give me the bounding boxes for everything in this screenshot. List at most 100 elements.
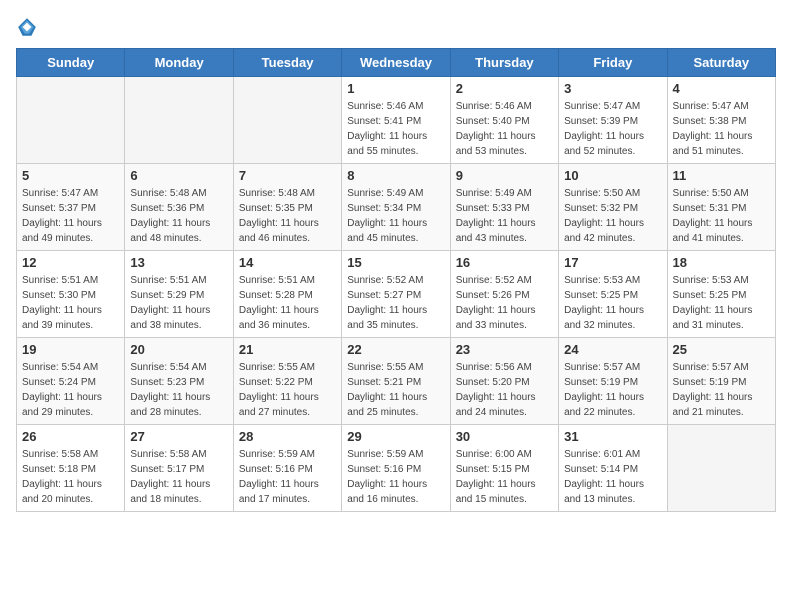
calendar-cell: 22 Sunrise: 5:55 AM Sunset: 5:21 PM Dayli… [342, 338, 450, 425]
day-info: Sunrise: 5:57 AM Sunset: 5:19 PM Dayligh… [673, 360, 770, 420]
calendar-cell: 9Sunrise: 5:49 AM Sunset: 5:33 PM Daylig… [450, 164, 558, 251]
day-info: Sunrise: 5:52 AM Sunset: 5:27 PM Dayligh… [347, 273, 444, 333]
day-number: 30 [456, 429, 553, 444]
calendar-cell: 14 Sunrise: 5:51 AM Sunset: 5:28 PM Dayli… [233, 251, 341, 338]
day-info: Sunrise: 6:01 AM Sunset: 5:14 PM Dayligh… [564, 447, 661, 507]
day-info: Sunrise: 6:00 AM Sunset: 5:15 PM Dayligh… [456, 447, 553, 507]
calendar-cell: 7 Sunrise: 5:48 AM Sunset: 5:35 PM Daylig… [233, 164, 341, 251]
day-info: Sunrise: 5:58 AM Sunset: 5:18 PM Dayligh… [22, 447, 119, 507]
calendar-week-2: 5 Sunrise: 5:47 AM Sunset: 5:37 PM Daylig… [17, 164, 776, 251]
calendar-cell: 16 Sunrise: 5:52 AM Sunset: 5:26 PM Dayli… [450, 251, 558, 338]
calendar-cell: 30 Sunrise: 6:00 AM Sunset: 5:15 PM Dayli… [450, 425, 558, 512]
day-info: Sunrise: 5:51 AM Sunset: 5:29 PM Dayligh… [130, 273, 227, 333]
day-number: 4 [673, 81, 770, 96]
day-number: 21 [239, 342, 336, 357]
calendar-cell: 25 Sunrise: 5:57 AM Sunset: 5:19 PM Dayli… [667, 338, 775, 425]
calendar-cell: 15 Sunrise: 5:52 AM Sunset: 5:27 PM Dayli… [342, 251, 450, 338]
day-number: 3 [564, 81, 661, 96]
calendar-cell [17, 77, 125, 164]
day-number: 27 [130, 429, 227, 444]
day-info: Sunrise: 5:48 AM Sunset: 5:35 PM Dayligh… [239, 186, 336, 246]
day-info: Sunrise: 5:51 AM Sunset: 5:28 PM Dayligh… [239, 273, 336, 333]
day-info: Sunrise: 5:46 AM Sunset: 5:40 PM Dayligh… [456, 99, 553, 159]
day-info: Sunrise: 5:59 AM Sunset: 5:16 PM Dayligh… [347, 447, 444, 507]
day-number: 29 [347, 429, 444, 444]
logo-icon [16, 16, 38, 38]
calendar-cell: 18 Sunrise: 5:53 AM Sunset: 5:25 PM Dayli… [667, 251, 775, 338]
calendar-cell [233, 77, 341, 164]
day-info: Sunrise: 5:47 AM Sunset: 5:39 PM Dayligh… [564, 99, 661, 159]
days-of-week-row: SundayMondayTuesdayWednesdayThursdayFrid… [17, 49, 776, 77]
calendar-cell: 13Sunrise: 5:51 AM Sunset: 5:29 PM Dayli… [125, 251, 233, 338]
day-number: 6 [130, 168, 227, 183]
day-number: 28 [239, 429, 336, 444]
calendar-cell: 23Sunrise: 5:56 AM Sunset: 5:20 PM Dayli… [450, 338, 558, 425]
day-info: Sunrise: 5:49 AM Sunset: 5:34 PM Dayligh… [347, 186, 444, 246]
calendar-cell [125, 77, 233, 164]
calendar-cell: 20 Sunrise: 5:54 AM Sunset: 5:23 PM Dayli… [125, 338, 233, 425]
day-number: 1 [347, 81, 444, 96]
logo [16, 16, 42, 38]
day-info: Sunrise: 5:50 AM Sunset: 5:31 PM Dayligh… [673, 186, 770, 246]
day-info: Sunrise: 5:47 AM Sunset: 5:37 PM Dayligh… [22, 186, 119, 246]
day-number: 17 [564, 255, 661, 270]
day-number: 11 [673, 168, 770, 183]
day-header-friday: Friday [559, 49, 667, 77]
day-info: Sunrise: 5:52 AM Sunset: 5:26 PM Dayligh… [456, 273, 553, 333]
day-number: 16 [456, 255, 553, 270]
day-info: Sunrise: 5:56 AM Sunset: 5:20 PM Dayligh… [456, 360, 553, 420]
calendar-cell [667, 425, 775, 512]
day-header-sunday: Sunday [17, 49, 125, 77]
header [16, 16, 776, 38]
calendar-cell: 5 Sunrise: 5:47 AM Sunset: 5:37 PM Daylig… [17, 164, 125, 251]
day-number: 7 [239, 168, 336, 183]
day-header-tuesday: Tuesday [233, 49, 341, 77]
calendar-cell: 21Sunrise: 5:55 AM Sunset: 5:22 PM Dayli… [233, 338, 341, 425]
day-number: 15 [347, 255, 444, 270]
day-info: Sunrise: 5:48 AM Sunset: 5:36 PM Dayligh… [130, 186, 227, 246]
calendar-body: 1 Sunrise: 5:46 AM Sunset: 5:41 PM Daylig… [17, 77, 776, 512]
calendar-table: SundayMondayTuesdayWednesdayThursdayFrid… [16, 48, 776, 512]
calendar-cell: 10 Sunrise: 5:50 AM Sunset: 5:32 PM Dayli… [559, 164, 667, 251]
day-info: Sunrise: 5:54 AM Sunset: 5:24 PM Dayligh… [22, 360, 119, 420]
day-number: 24 [564, 342, 661, 357]
calendar-cell: 27 Sunrise: 5:58 AM Sunset: 5:17 PM Dayli… [125, 425, 233, 512]
calendar-cell: 4 Sunrise: 5:47 AM Sunset: 5:38 PM Daylig… [667, 77, 775, 164]
day-info: Sunrise: 5:47 AM Sunset: 5:38 PM Dayligh… [673, 99, 770, 159]
calendar-week-1: 1 Sunrise: 5:46 AM Sunset: 5:41 PM Daylig… [17, 77, 776, 164]
calendar-header: SundayMondayTuesdayWednesdayThursdayFrid… [17, 49, 776, 77]
calendar-cell: 19Sunrise: 5:54 AM Sunset: 5:24 PM Dayli… [17, 338, 125, 425]
day-header-wednesday: Wednesday [342, 49, 450, 77]
calendar-cell: 2 Sunrise: 5:46 AM Sunset: 5:40 PM Daylig… [450, 77, 558, 164]
calendar-week-5: 26 Sunrise: 5:58 AM Sunset: 5:18 PM Dayli… [17, 425, 776, 512]
day-number: 22 [347, 342, 444, 357]
day-info: Sunrise: 5:46 AM Sunset: 5:41 PM Dayligh… [347, 99, 444, 159]
day-number: 25 [673, 342, 770, 357]
day-info: Sunrise: 5:55 AM Sunset: 5:21 PM Dayligh… [347, 360, 444, 420]
day-info: Sunrise: 5:58 AM Sunset: 5:17 PM Dayligh… [130, 447, 227, 507]
calendar-cell: 17 Sunrise: 5:53 AM Sunset: 5:25 PM Dayli… [559, 251, 667, 338]
calendar-cell: 8 Sunrise: 5:49 AM Sunset: 5:34 PM Daylig… [342, 164, 450, 251]
day-number: 26 [22, 429, 119, 444]
day-number: 20 [130, 342, 227, 357]
day-number: 31 [564, 429, 661, 444]
calendar-cell: 3 Sunrise: 5:47 AM Sunset: 5:39 PM Daylig… [559, 77, 667, 164]
day-number: 14 [239, 255, 336, 270]
day-number: 9 [456, 168, 553, 183]
day-info: Sunrise: 5:54 AM Sunset: 5:23 PM Dayligh… [130, 360, 227, 420]
day-info: Sunrise: 5:50 AM Sunset: 5:32 PM Dayligh… [564, 186, 661, 246]
day-header-thursday: Thursday [450, 49, 558, 77]
day-info: Sunrise: 5:53 AM Sunset: 5:25 PM Dayligh… [564, 273, 661, 333]
calendar-cell: 1 Sunrise: 5:46 AM Sunset: 5:41 PM Daylig… [342, 77, 450, 164]
day-number: 5 [22, 168, 119, 183]
calendar-cell: 6 Sunrise: 5:48 AM Sunset: 5:36 PM Daylig… [125, 164, 233, 251]
calendar-cell: 29 Sunrise: 5:59 AM Sunset: 5:16 PM Dayli… [342, 425, 450, 512]
day-number: 12 [22, 255, 119, 270]
day-number: 18 [673, 255, 770, 270]
day-number: 2 [456, 81, 553, 96]
calendar-week-4: 19Sunrise: 5:54 AM Sunset: 5:24 PM Dayli… [17, 338, 776, 425]
day-info: Sunrise: 5:53 AM Sunset: 5:25 PM Dayligh… [673, 273, 770, 333]
day-number: 10 [564, 168, 661, 183]
day-number: 8 [347, 168, 444, 183]
calendar-cell: 12Sunrise: 5:51 AM Sunset: 5:30 PM Dayli… [17, 251, 125, 338]
